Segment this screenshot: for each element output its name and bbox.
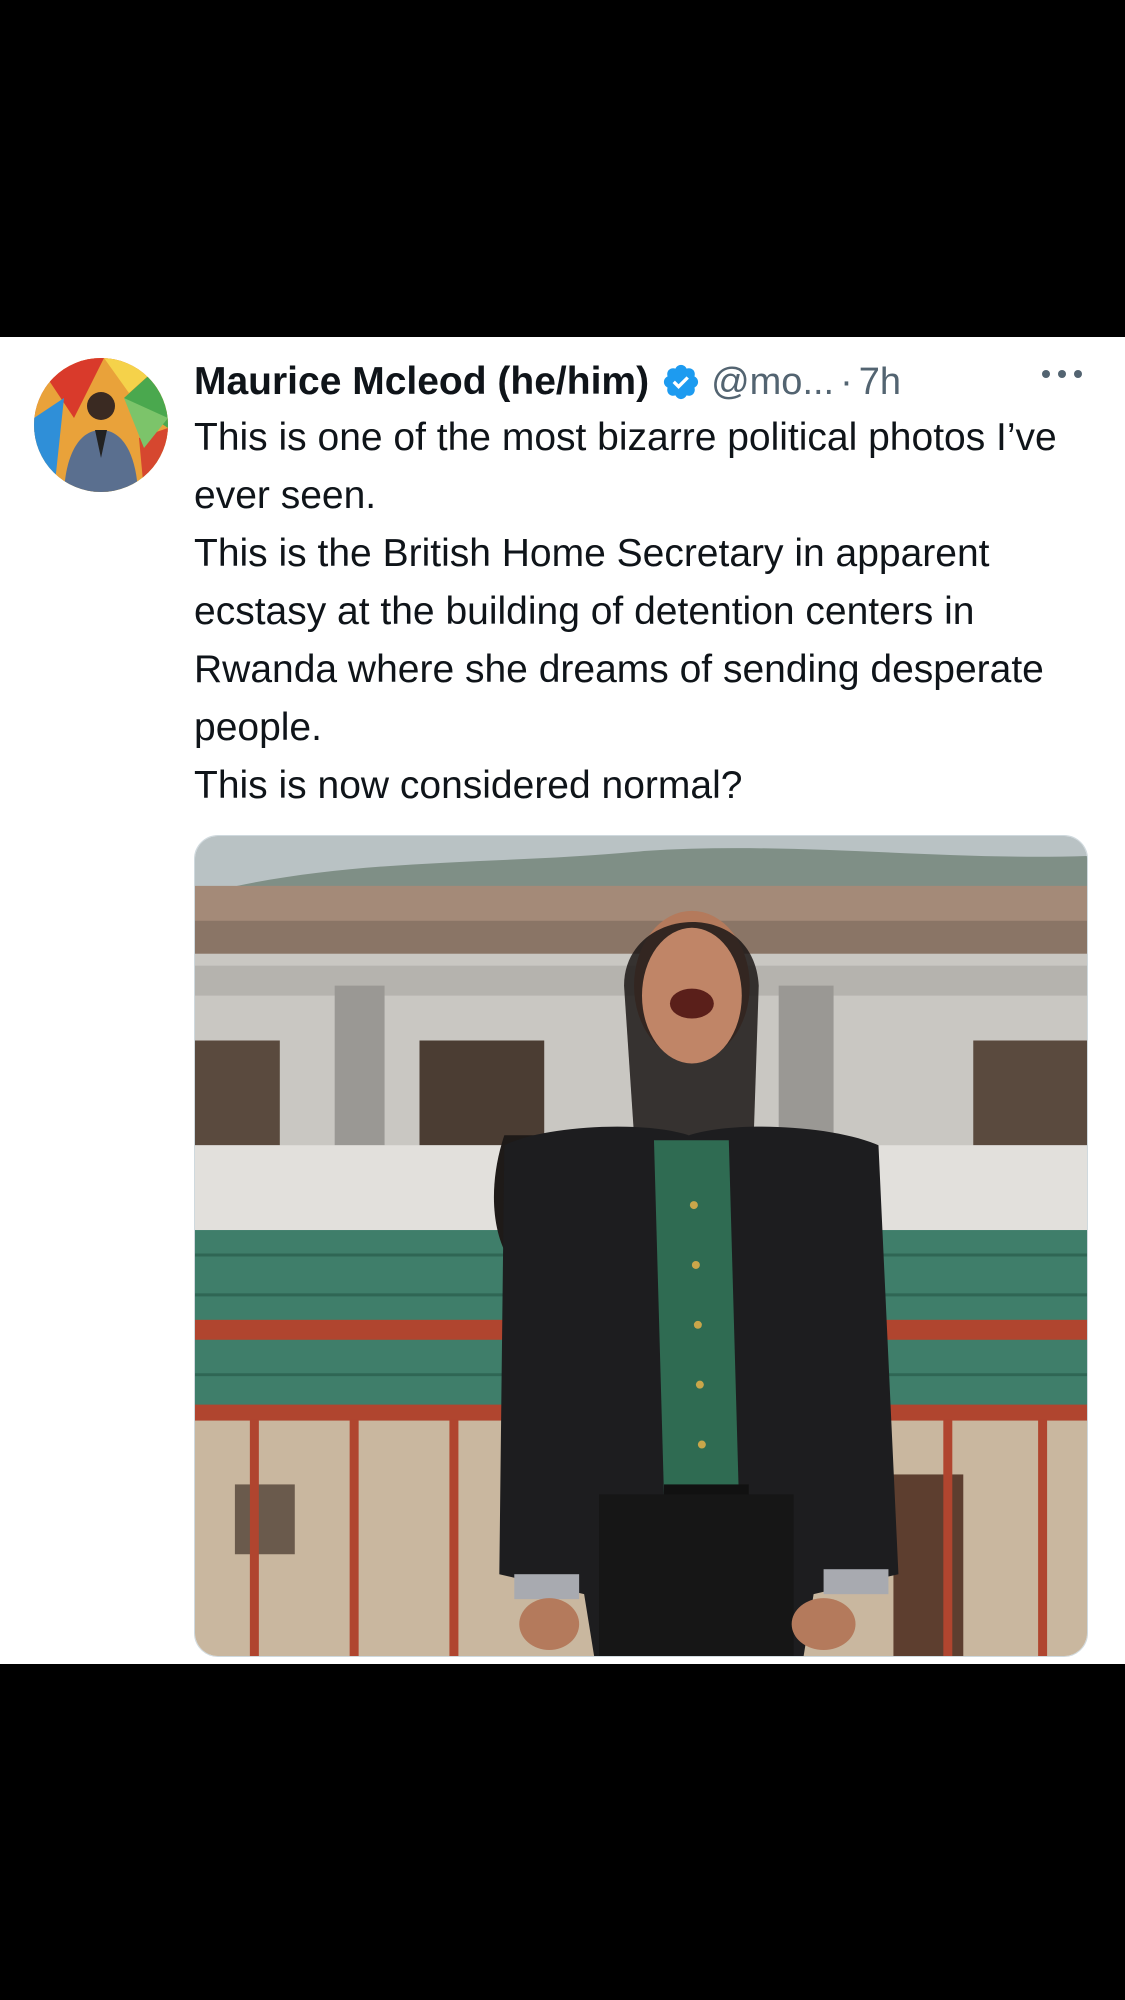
tweet-text: This is one of the most bizarre politica… bbox=[194, 409, 1094, 815]
author-display-name[interactable]: Maurice Mcleod (he/him) bbox=[194, 360, 649, 404]
avatar-image bbox=[34, 358, 168, 492]
more-options-icon[interactable] bbox=[1039, 367, 1085, 381]
tweet-text-line: This is the British Home Secretary in ap… bbox=[194, 532, 1044, 749]
avatar[interactable] bbox=[34, 358, 168, 492]
author-handle[interactable]: @mo... bbox=[711, 361, 834, 404]
tweet-text-line: This is one of the most bizarre politica… bbox=[194, 416, 1057, 517]
photo-image bbox=[195, 836, 1087, 1656]
verified-badge-icon bbox=[663, 364, 699, 400]
separator-dot: · bbox=[840, 360, 853, 403]
top-black-band bbox=[0, 0, 1125, 337]
tweet-photo[interactable] bbox=[194, 835, 1088, 1657]
timestamp[interactable]: 7h bbox=[859, 361, 901, 404]
tweet-card[interactable]: Maurice Mcleod (he/him) @mo... · 7h This… bbox=[0, 337, 1125, 1664]
tweet-header: Maurice Mcleod (he/him) @mo... · 7h bbox=[194, 347, 901, 417]
tweet-text-line: This is now considered normal? bbox=[194, 764, 743, 807]
bottom-black-band bbox=[0, 1664, 1125, 2000]
